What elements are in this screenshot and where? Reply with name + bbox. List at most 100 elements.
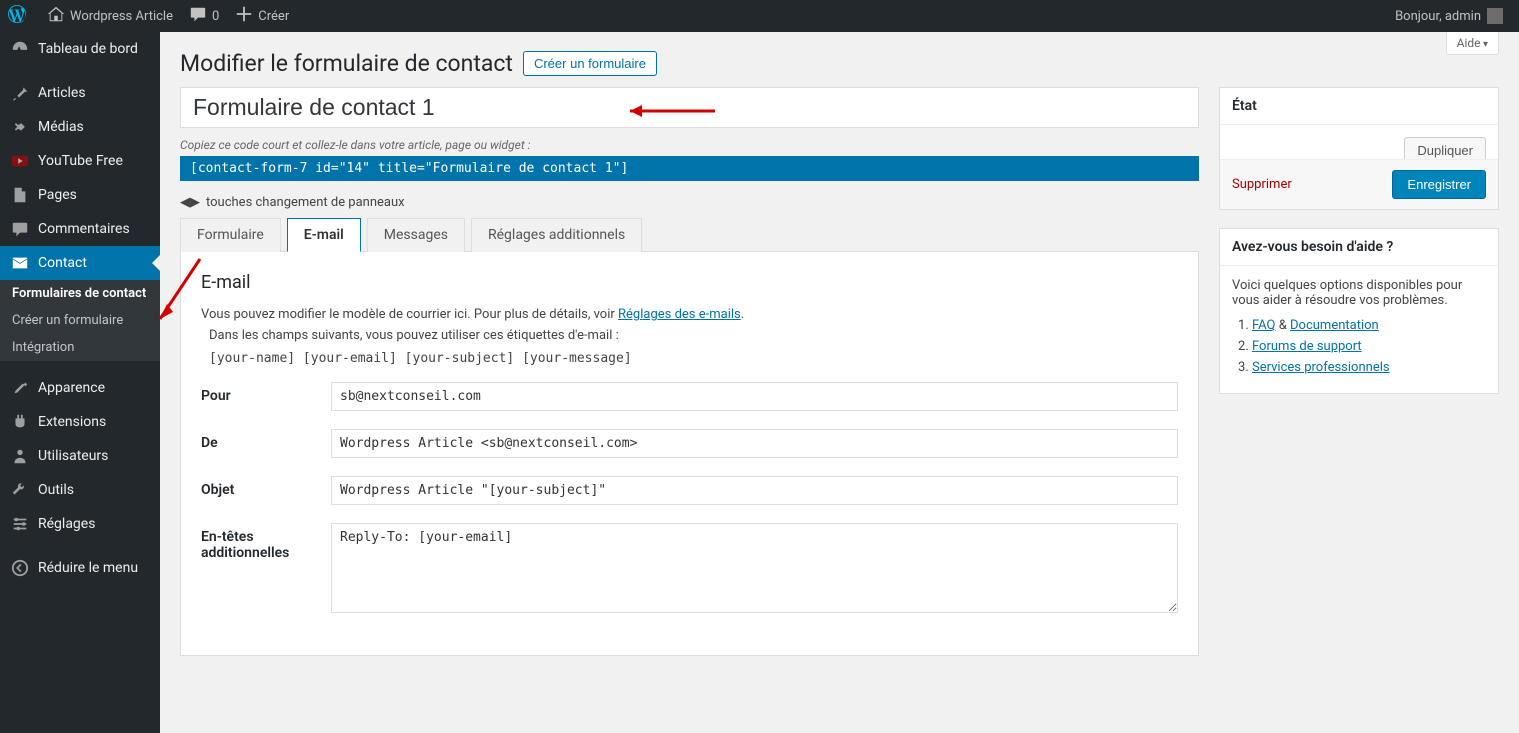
panel-switch: ◀▶ touches changement de panneaux bbox=[180, 195, 1199, 210]
sidebar-sub-forms[interactable]: Formulaires de contact bbox=[0, 280, 160, 307]
help-tab-wrap: Aide bbox=[1446, 32, 1499, 55]
brush-icon bbox=[10, 379, 30, 397]
admin-sidebar: Tableau de bord Articles Médias YouTube … bbox=[0, 32, 160, 733]
comment-icon bbox=[189, 5, 207, 27]
sidebar-sub-integration[interactable]: Intégration bbox=[0, 334, 160, 361]
help-inside: Voici quelques options disponibles pour … bbox=[1220, 266, 1498, 393]
delete-link[interactable]: Supprimer bbox=[1232, 177, 1292, 192]
sidebar-item-contact[interactable]: Contact bbox=[0, 246, 160, 280]
home-link[interactable]: Wordpress Article bbox=[39, 0, 181, 32]
shortcode-hint: Copiez ce code court et collez-le dans v… bbox=[180, 138, 1199, 152]
shortcode-box[interactable]: [contact-form-7 id="14" title="Formulair… bbox=[180, 156, 1199, 181]
sliders-icon bbox=[10, 515, 30, 533]
duplicate-button[interactable]: Dupliquer bbox=[1404, 137, 1486, 159]
sidebar-label: Pages bbox=[38, 187, 77, 203]
collapse-icon bbox=[10, 559, 30, 577]
form-title-input[interactable] bbox=[180, 87, 1199, 128]
and-text: & bbox=[1275, 318, 1290, 333]
sidebar-item-comments[interactable]: Commentaires bbox=[0, 212, 160, 246]
sidebar-label: Apparence bbox=[38, 380, 105, 396]
row-to: Pour bbox=[201, 382, 1178, 411]
faq-link[interactable]: FAQ bbox=[1252, 318, 1275, 333]
sidebar-item-plugins[interactable]: Extensions bbox=[0, 405, 160, 439]
tab-form[interactable]: Formulaire bbox=[180, 218, 281, 252]
input-subject[interactable] bbox=[331, 476, 1178, 505]
help-item-3: Services professionnels bbox=[1252, 360, 1486, 375]
help-postbox: Avez-vous besoin d'aide ? Voici quelques… bbox=[1219, 228, 1499, 394]
input-to[interactable] bbox=[331, 382, 1178, 411]
comment-icon bbox=[10, 220, 30, 238]
admin-bar: Wordpress Article 0 Créer Bonjour, admin bbox=[0, 0, 1519, 32]
help-item-1: FAQ & Documentation bbox=[1252, 318, 1486, 333]
new-link[interactable]: Créer bbox=[227, 0, 297, 32]
columns: Copiez ce code court et collez-le dans v… bbox=[180, 87, 1499, 656]
sidebar-label: Extensions bbox=[38, 414, 106, 430]
help-list: FAQ & Documentation Forums de support Se… bbox=[1232, 318, 1486, 375]
label-to: Pour bbox=[201, 382, 331, 411]
sidebar-item-posts[interactable]: Articles bbox=[0, 76, 160, 110]
tabs: Formulaire E-mail Messages Réglages addi… bbox=[180, 218, 1199, 252]
dashboard-icon bbox=[10, 40, 30, 58]
sidebar-item-tools[interactable]: Outils bbox=[0, 473, 160, 507]
sidebar-label: Réglages bbox=[38, 516, 95, 532]
site-name: Wordpress Article bbox=[70, 9, 173, 24]
sidebar-label: YouTube Free bbox=[38, 153, 123, 169]
user-greeting[interactable]: Bonjour, admin bbox=[1387, 0, 1511, 32]
add-new-button[interactable]: Créer un formulaire bbox=[523, 51, 657, 76]
input-from[interactable] bbox=[331, 429, 1178, 458]
sidebar-collapse[interactable]: Réduire le menu bbox=[0, 551, 160, 585]
pin-icon bbox=[10, 84, 30, 102]
plugin-icon bbox=[10, 413, 30, 431]
status-inside: Dupliquer bbox=[1220, 125, 1498, 159]
sidebar-sub-create[interactable]: Créer un formulaire bbox=[0, 307, 160, 334]
wp-logo[interactable] bbox=[0, 0, 39, 32]
tab-email[interactable]: E-mail bbox=[287, 218, 361, 252]
user-icon bbox=[10, 447, 30, 465]
wordpress-icon bbox=[8, 5, 26, 27]
sidebar-item-media[interactable]: Médias bbox=[0, 110, 160, 144]
main-content: Aide Modifier le formulaire de contact C… bbox=[160, 32, 1519, 676]
save-button[interactable]: Enregistrer bbox=[1392, 170, 1486, 199]
help-title: Avez-vous besoin d'aide ? bbox=[1220, 229, 1498, 266]
forums-link[interactable]: Forums de support bbox=[1252, 339, 1362, 354]
services-link[interactable]: Services professionnels bbox=[1252, 360, 1390, 375]
sidebar-item-youtube[interactable]: YouTube Free bbox=[0, 144, 160, 178]
sidebar-item-appearance[interactable]: Apparence bbox=[0, 371, 160, 405]
tab-additional[interactable]: Réglages additionnels bbox=[471, 218, 642, 252]
status-postbox: État Dupliquer Supprimer Enregistrer bbox=[1219, 87, 1499, 210]
sidebar-item-dashboard[interactable]: Tableau de bord bbox=[0, 32, 160, 66]
label-headers: En-têtes additionnelles bbox=[201, 523, 331, 617]
email-settings-link[interactable]: Réglages des e-mails bbox=[618, 307, 741, 322]
comments-link[interactable]: 0 bbox=[181, 0, 227, 32]
sidebar-label: Médias bbox=[38, 119, 84, 135]
avatar bbox=[1487, 8, 1503, 24]
row-subject: Objet bbox=[201, 476, 1178, 505]
greeting-text: Bonjour, admin bbox=[1395, 9, 1481, 24]
sidebar-label: Commentaires bbox=[38, 221, 130, 237]
plus-icon bbox=[235, 5, 253, 27]
help-tab-button[interactable]: Aide bbox=[1446, 32, 1499, 55]
email-desc2: Dans les champs suivants, vous pouvez ut… bbox=[201, 328, 1178, 343]
sidebar-label: Utilisateurs bbox=[38, 448, 108, 464]
create-label: Créer bbox=[258, 9, 289, 24]
sidebar-item-pages[interactable]: Pages bbox=[0, 178, 160, 212]
email-panel: E-mail Vous pouvez modifier le modèle de… bbox=[180, 252, 1199, 656]
tab-messages[interactable]: Messages bbox=[367, 218, 465, 252]
textarea-headers[interactable] bbox=[331, 523, 1178, 613]
sidebar-item-users[interactable]: Utilisateurs bbox=[0, 439, 160, 473]
email-heading: E-mail bbox=[201, 272, 1178, 293]
mail-tags: [your-name] [your-email] [your-subject] … bbox=[201, 349, 1178, 382]
page-title: Modifier le formulaire de contact bbox=[180, 50, 513, 77]
wrench-icon bbox=[10, 481, 30, 499]
youtube-icon bbox=[10, 152, 30, 170]
col-side: État Dupliquer Supprimer Enregistrer Ave… bbox=[1219, 87, 1499, 656]
sidebar-item-settings[interactable]: Réglages bbox=[0, 507, 160, 541]
sidebar-submenu: Formulaires de contact Créer un formulai… bbox=[0, 280, 160, 361]
status-actions: Supprimer Enregistrer bbox=[1220, 159, 1498, 209]
docs-link[interactable]: Documentation bbox=[1290, 318, 1379, 333]
col-main: Copiez ce code court et collez-le dans v… bbox=[180, 87, 1199, 656]
left-right-icon: ◀▶ bbox=[180, 195, 200, 210]
home-icon bbox=[47, 5, 65, 27]
row-from: De bbox=[201, 429, 1178, 458]
page-icon bbox=[10, 186, 30, 204]
